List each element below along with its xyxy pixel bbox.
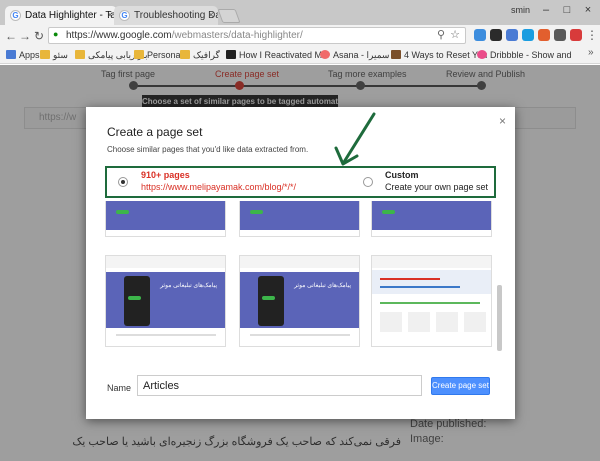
folder-icon [75,50,85,59]
zoom-icon[interactable]: ⚲ [437,28,445,41]
bookmark-apps[interactable]: Apps [6,48,40,62]
name-label: Name [107,383,132,393]
bookmark-folder[interactable]: گرافیک [180,48,220,62]
tab-title: Troubleshooting Data H [134,10,218,21]
dialog-title: Create a page set [107,125,203,139]
dribbble-icon [477,50,487,59]
folder-icon [180,50,190,59]
extension-icon[interactable] [522,29,534,41]
extension-icon[interactable] [506,29,518,41]
window-close-icon[interactable]: × [581,3,595,17]
address-bar[interactable]: ● https://www.google.com/webmasters/data… [48,27,466,44]
bookmark-reset[interactable]: 4 Ways to Reset You [391,48,487,62]
page-thumbnail[interactable] [371,201,492,237]
annotation-arrow-icon [334,112,376,166]
option-custom-subtitle[interactable]: Create your own page set [385,182,488,192]
page-thumbnail[interactable] [371,255,492,347]
secure-lock-icon: ● [53,29,59,39]
new-tab-button[interactable] [217,9,241,23]
bookmarks-bar: Apps سئو بازاریابی پیامکی Persona گرافیک… [0,46,600,64]
bookmark-dribbble[interactable]: Dribbble - Show and [477,48,572,62]
asana-icon [320,50,330,59]
page-thumbnail[interactable]: پیامک‌های تبلیغاتی موثر [239,255,360,347]
address-url: https://www.google.com/webmasters/data-h… [66,30,303,41]
browser-toolbar: ← → ↻ ● https://www.google.com/webmaster… [0,25,600,46]
bookmark-star-icon[interactable]: ☆ [450,28,460,41]
page-icon [391,50,401,59]
bookmark-folder[interactable]: سئو [40,48,68,62]
page-thumbnails: پیامک‌های تبلیغاتی موثر پیامک‌های تبلیغا… [105,201,496,351]
minimize-icon[interactable]: – [539,3,553,17]
tab-title: Data Highlighter - Tagger [25,10,117,21]
extension-icon[interactable] [554,29,566,41]
bookmark-asana[interactable]: Asana - سمیرا [320,48,389,62]
extension-icon[interactable] [538,29,550,41]
reload-icon[interactable]: ↻ [32,29,46,43]
create-page-set-button[interactable]: Create page set [431,377,490,395]
page-thumbnail[interactable] [105,201,226,237]
apps-grid-icon [6,50,16,59]
tab-data-highlighter[interactable]: G Data Highlighter - Tagger × [5,6,117,25]
option-910-url[interactable]: https://www.melipayamak.com/blog/*/*/ [141,182,296,192]
google-favicon-icon: G [10,10,21,21]
profile-name[interactable]: smin [511,5,530,15]
bookmark-folder[interactable]: Persona [134,48,181,62]
radio-custom[interactable] [363,177,373,187]
page-set-name-input[interactable] [137,375,422,396]
page-thumbnail[interactable]: پیامک‌های تبلیغاتی موثر [105,255,226,347]
radio-910-pages[interactable] [118,177,128,187]
folder-icon [40,50,50,59]
option-910-title[interactable]: 910+ pages [141,170,190,180]
medium-m-icon [226,50,236,59]
bookmark-medium[interactable]: How I Reactivated M [226,48,322,62]
page-set-options: 910+ pages https://www.melipayamak.com/b… [105,166,496,198]
extension-icon[interactable] [490,29,502,41]
tab-strip: G Data Highlighter - Tagger × G Troubles… [0,0,600,25]
page-thumbnail[interactable] [239,201,360,237]
forward-icon[interactable]: → [18,29,32,43]
extension-icon[interactable] [570,29,582,41]
maximize-icon[interactable]: □ [560,3,574,17]
back-icon[interactable]: ← [4,29,18,43]
tab-close-icon[interactable]: × [107,6,113,25]
thumbnail-caption: پیامک‌های تبلیغاتی موثر [294,283,351,289]
close-icon[interactable]: × [499,114,506,128]
google-favicon-icon: G [119,10,130,21]
tab-close-icon[interactable]: × [208,6,214,25]
browser-menu-icon[interactable]: ⋮ [586,28,598,42]
tab-troubleshooting[interactable]: G Troubleshooting Data H × [114,6,218,25]
folder-icon [134,50,144,59]
create-page-set-dialog: Create a page set Choose similar pages t… [86,107,515,419]
bookmarks-overflow-icon[interactable]: » [588,47,594,58]
dialog-subtitle: Choose similar pages that you'd like dat… [107,145,309,154]
thumbnails-scrollbar[interactable] [497,285,502,351]
thumbnail-caption: پیامک‌های تبلیغاتی موثر [160,283,217,289]
extension-icon[interactable] [474,29,486,41]
option-custom-title[interactable]: Custom [385,170,419,180]
